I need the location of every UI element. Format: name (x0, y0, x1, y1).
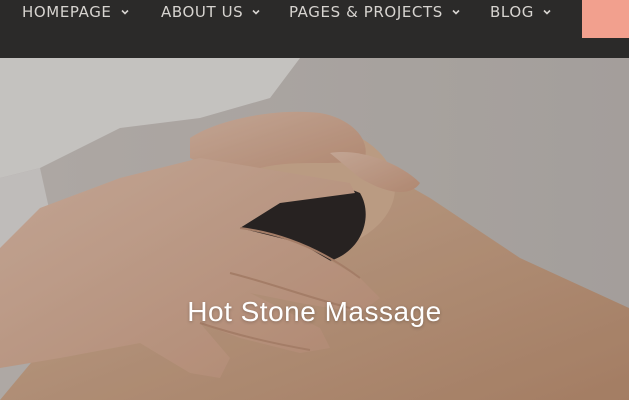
chevron-down-icon (452, 9, 460, 15)
chevron-down-icon (252, 9, 260, 15)
hero-banner: Hot Stone Massage (0, 58, 629, 400)
nav-item-homepage[interactable]: HOMEPAGE (22, 2, 130, 22)
nav-item-label: BLOG (490, 3, 534, 21)
nav-item-label: PAGES & PROJECTS (289, 3, 443, 21)
chevron-down-icon (543, 9, 551, 15)
nav-item-pages-projects[interactable]: PAGES & PROJECTS (289, 2, 461, 22)
main-navigation: HOMEPAGE ABOUT US PAGES & PROJECTS BLOG (0, 0, 629, 58)
hero-overlay (0, 58, 629, 400)
chevron-down-icon (120, 9, 129, 15)
hero-title: Hot Stone Massage (187, 296, 442, 327)
nav-item-label: HOMEPAGE (22, 3, 112, 21)
nav-item-blog[interactable]: BLOG (490, 2, 552, 22)
nav-item-label: ABOUT US (161, 3, 244, 21)
nav-item-about-us[interactable]: ABOUT US (161, 2, 261, 22)
cta-button[interactable] (582, 0, 629, 38)
